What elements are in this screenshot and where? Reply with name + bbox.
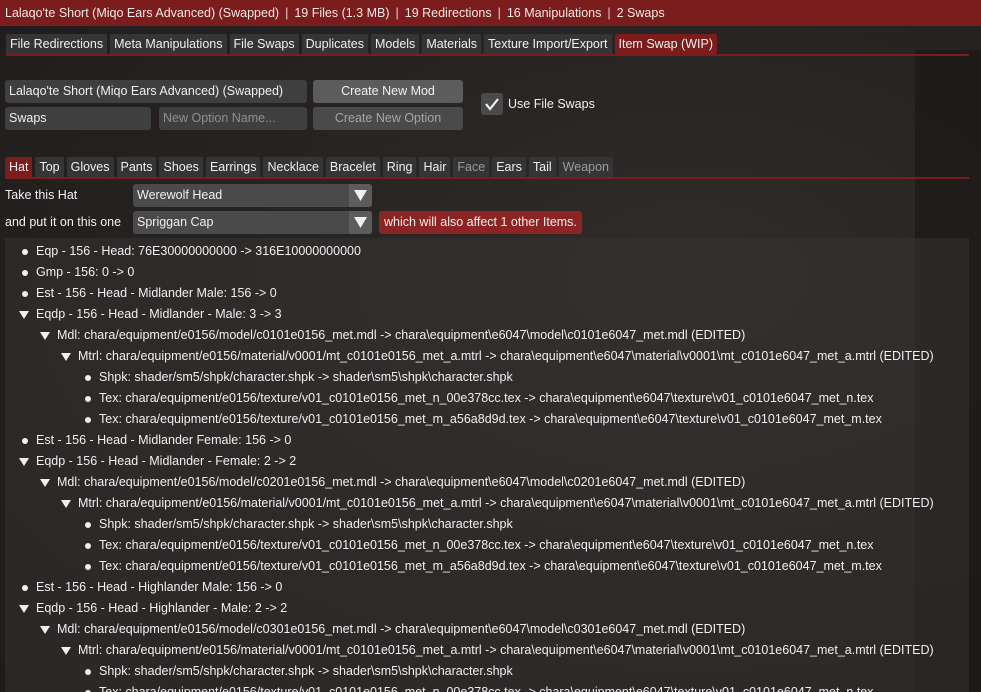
tree-node-label: Est - 156 - Head - Highlander Male: 156 …: [36, 580, 283, 594]
tree-bullet-icon: [17, 241, 33, 262]
create-new-option-button[interactable]: Create New Option: [313, 107, 463, 130]
tree-node-label: Est - 156 - Head - Midlander Female: 156…: [36, 433, 292, 447]
title-mod-name: Lalaqo'te Short (Miqo Ears Advanced) (Sw…: [5, 6, 280, 20]
tree-node-label: Gmp - 156: 0 -> 0: [36, 265, 135, 279]
slot-tab-necklace[interactable]: Necklace: [263, 157, 323, 177]
tree-bullet-icon: [80, 388, 96, 409]
slot-tab-pants[interactable]: Pants: [116, 157, 157, 177]
tree-node-label: Tex: chara/equipment/e0156/texture/v01_c…: [99, 559, 882, 573]
tree-expanded-arrow-icon[interactable]: [38, 472, 54, 493]
slot-tab-shoes[interactable]: Shoes: [159, 157, 203, 177]
tab-duplicates[interactable]: Duplicates: [301, 34, 369, 54]
tab-materials[interactable]: Materials: [422, 34, 482, 54]
tree-expanded-arrow-icon[interactable]: [59, 346, 75, 367]
swap-tree[interactable]: Eqp - 156 - Head: 76E30000000000 -> 316E…: [5, 238, 969, 692]
slot-tab-underline: [5, 177, 969, 179]
tab-meta-manipulations[interactable]: Meta Manipulations: [110, 34, 227, 54]
tree-bullet-icon: [80, 556, 96, 577]
slot-tab-ring[interactable]: Ring: [382, 157, 417, 177]
tree-node-label: Mdl: chara/equipment/e0156/model/c0301e0…: [57, 622, 746, 636]
tree-node-label: Shpk: shader/sm5/shpk/character.shpk -> …: [99, 517, 513, 531]
create-new-mod-button[interactable]: Create New Mod: [313, 80, 463, 103]
tree-node-label: Shpk: shader/sm5/shpk/character.shpk -> …: [99, 370, 513, 384]
triangle-down-icon: [354, 190, 367, 201]
use-file-swaps-checkbox[interactable]: [481, 93, 503, 115]
tree-bullet-icon: [80, 682, 96, 692]
tree-bullet-icon: [17, 577, 33, 598]
tree-node-label: Eqdp - 156 - Head - Midlander - Male: 3 …: [36, 307, 282, 321]
slot-tab-hair[interactable]: Hair: [419, 157, 451, 177]
window-titlebar[interactable]: Lalaqo'te Short (Miqo Ears Advanced) (Sw…: [0, 0, 981, 26]
slot-tab-ears[interactable]: Ears: [492, 157, 526, 177]
tab-texture-import-export[interactable]: Texture Import/Export: [484, 34, 612, 54]
tree-bullet-icon: [17, 283, 33, 304]
tab-item-swap-wip[interactable]: Item Swap (WIP): [614, 34, 717, 54]
tree-expanded-arrow-icon[interactable]: [59, 640, 75, 661]
tree-node-label: Tex: chara/equipment/e0156/texture/v01_c…: [99, 391, 874, 405]
slot-tab-hat[interactable]: Hat: [5, 157, 33, 177]
tree-node-label: Mtrl: chara/equipment/e0156/material/v00…: [78, 349, 934, 363]
source-combo-arrow[interactable]: [349, 184, 372, 207]
tab-models[interactable]: Models: [371, 34, 420, 54]
tree-node-label: Tex: chara/equipment/e0156/texture/v01_c…: [99, 412, 882, 426]
use-file-swaps-label: Use File Swaps: [508, 97, 595, 111]
tree-expanded-arrow-icon[interactable]: [38, 619, 54, 640]
title-redirections: 19 Redirections: [404, 6, 492, 20]
tree-node-label: Eqdp - 156 - Head - Highlander - Male: 2…: [36, 601, 288, 615]
title-files: 19 Files (1.3 MB): [294, 6, 390, 20]
tree-bullet-icon: [80, 514, 96, 535]
tree-expanded-arrow-icon[interactable]: [59, 493, 75, 514]
slot-tab-face[interactable]: Face: [453, 157, 490, 177]
affected-items-warning: which will also affect 1 other Items.: [379, 211, 582, 234]
target-combo-arrow[interactable]: [349, 211, 372, 234]
source-item-value: Werewolf Head: [137, 188, 223, 202]
tree-node-label: Mdl: chara/equipment/e0156/model/c0101e0…: [57, 328, 746, 342]
tree-node-label: Mtrl: chara/equipment/e0156/material/v00…: [78, 496, 934, 510]
mod-name-input[interactable]: Lalaqo'te Short (Miqo Ears Advanced) (Sw…: [5, 80, 307, 103]
tree-node-label: Tex: chara/equipment/e0156/texture/v01_c…: [99, 538, 874, 552]
tree-bullet-icon: [17, 262, 33, 283]
source-item-combo[interactable]: Werewolf Head: [133, 184, 372, 207]
slot-tab-top[interactable]: Top: [35, 157, 64, 177]
target-item-combo[interactable]: Spriggan Cap: [133, 211, 372, 234]
tab-file-swaps[interactable]: File Swaps: [229, 34, 299, 54]
tree-expanded-arrow-icon[interactable]: [38, 325, 54, 346]
tree-bullet-icon: [17, 430, 33, 451]
tree-node-label: Mtrl: chara/equipment/e0156/material/v00…: [78, 643, 934, 657]
mod-edit-window: Lalaqo'te Short (Miqo Ears Advanced) (Sw…: [0, 0, 981, 692]
tab-file-redirections[interactable]: File Redirections: [6, 34, 108, 54]
equipment-slot-tab-bar: Hat Top Gloves Pants Shoes Earrings Necklace Br…: [5, 157, 614, 177]
tree-expanded-arrow-icon[interactable]: [17, 598, 33, 619]
tree-node-label: Eqp - 156 - Head: 76E30000000000 -> 316E…: [36, 244, 361, 258]
slot-tab-tail[interactable]: Tail: [528, 157, 556, 177]
tree-expanded-arrow-icon[interactable]: [17, 304, 33, 325]
tree-bullet-icon: [80, 367, 96, 388]
title-manipulations: 16 Manipulations: [506, 6, 602, 20]
title-swaps: 2 Swaps: [616, 6, 665, 20]
tree-node-label: Tex: chara/equipment/e0156/texture/v01_c…: [99, 685, 874, 692]
slot-tab-weapon[interactable]: Weapon: [558, 157, 614, 177]
tree-node-label: Est - 156 - Head - Midlander Male: 156 -…: [36, 286, 277, 300]
slot-tab-bracelet[interactable]: Bracelet: [325, 157, 380, 177]
tree-bullet-icon: [80, 409, 96, 430]
target-item-value: Spriggan Cap: [137, 215, 214, 229]
tree-node-label: Shpk: shader/sm5/shpk/character.shpk -> …: [99, 664, 513, 678]
target-item-label: and put it on this one: [5, 215, 122, 229]
tree-node-label: Mdl: chara/equipment/e0156/model/c0201e0…: [57, 475, 746, 489]
tree-expanded-arrow-icon[interactable]: [17, 451, 33, 472]
slot-tab-earrings[interactable]: Earrings: [205, 157, 261, 177]
option-name-input[interactable]: New Option Name...: [159, 107, 307, 130]
tree-bullet-icon: [80, 535, 96, 556]
tree-bullet-icon: [80, 661, 96, 682]
slot-tab-gloves[interactable]: Gloves: [66, 157, 114, 177]
take-item-label: Take this Hat: [5, 188, 78, 202]
triangle-down-icon: [354, 217, 367, 228]
tab-underline: [6, 54, 969, 56]
checkmark-icon: [485, 98, 499, 111]
group-name-input[interactable]: Swaps: [5, 107, 151, 130]
editor-tab-bar: File Redirections Meta Manipulations File …: [6, 34, 717, 54]
tree-node-label: Eqdp - 156 - Head - Midlander - Female: …: [36, 454, 297, 468]
